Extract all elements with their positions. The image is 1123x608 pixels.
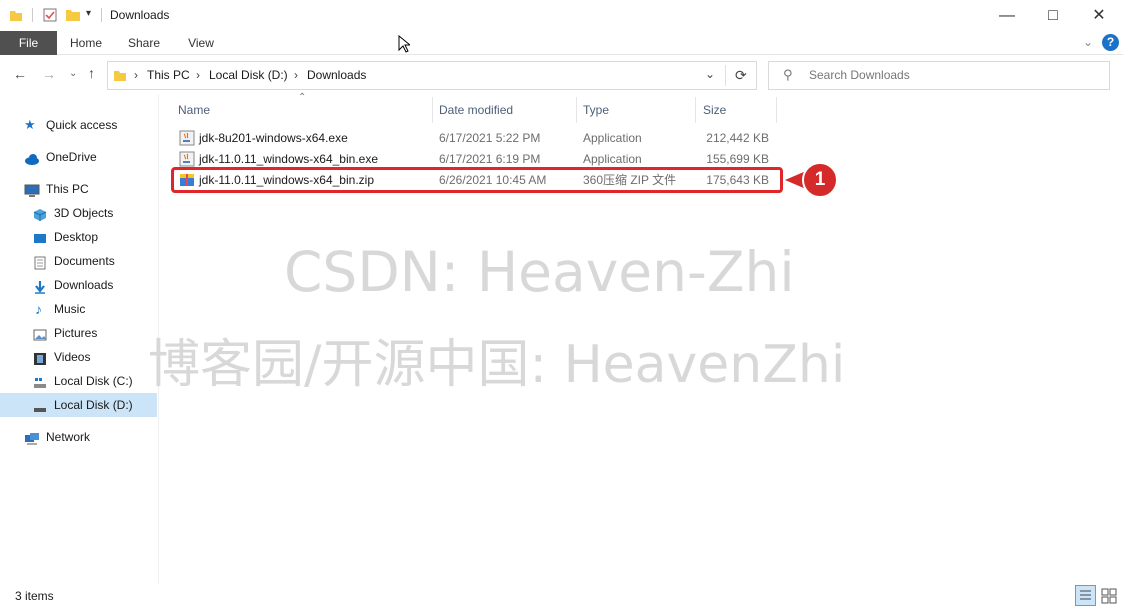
column-header-type[interactable]: Type bbox=[583, 95, 683, 125]
search-icon: ⚲ bbox=[783, 67, 793, 82]
document-icon bbox=[33, 254, 47, 270]
tab-share[interactable]: Share bbox=[120, 31, 168, 55]
details-view-icon[interactable] bbox=[1075, 585, 1096, 606]
sidebar-item-videos[interactable]: Videos bbox=[33, 345, 153, 369]
sidebar-item-music[interactable]: ♪ Music bbox=[33, 297, 153, 321]
sidebar-item-documents[interactable]: Documents bbox=[33, 249, 153, 273]
download-arrow-icon bbox=[33, 278, 47, 294]
watermark-line-1: CSDN: Heaven-Zhi bbox=[284, 240, 795, 304]
minimize-button[interactable]: — bbox=[984, 0, 1030, 31]
address-dropdown-chevron-icon[interactable]: ⌄ bbox=[705, 67, 715, 81]
star-icon: ★ bbox=[24, 117, 36, 132]
sidebar-item-network[interactable]: Network bbox=[24, 425, 154, 449]
sidebar-item-quick-access[interactable]: ★ Quick access bbox=[24, 113, 154, 137]
tab-home[interactable]: Home bbox=[62, 31, 110, 55]
item-count: 3 items bbox=[15, 589, 54, 603]
computer-icon bbox=[24, 182, 40, 197]
column-header-name[interactable]: Name bbox=[178, 95, 428, 125]
search-box[interactable]: ⚲ Search Downloads bbox=[768, 61, 1110, 90]
desktop-icon bbox=[33, 230, 47, 244]
window-title: Downloads bbox=[110, 8, 170, 22]
close-button[interactable]: ✕ bbox=[1076, 0, 1122, 31]
properties-icon[interactable] bbox=[42, 7, 58, 23]
sidebar-item-pictures[interactable]: Pictures bbox=[33, 321, 153, 345]
address-bar[interactable]: › This PC › Local Disk (D:) › Downloads … bbox=[107, 61, 757, 90]
help-icon[interactable]: ? bbox=[1102, 34, 1119, 51]
file-date: 6/17/2021 5:22 PM bbox=[439, 131, 541, 145]
sidebar-item-desktop[interactable]: Desktop bbox=[33, 225, 153, 249]
sidebar-item-local-disk-c[interactable]: Local Disk (C:) bbox=[33, 369, 153, 393]
recent-locations-chevron-icon[interactable]: ⌄ bbox=[69, 68, 77, 79]
forward-arrow-icon[interactable]: → bbox=[42, 66, 56, 82]
file-name: jdk-8u201-windows-x64.exe bbox=[199, 131, 348, 145]
java-installer-icon bbox=[179, 151, 195, 167]
folder-icon bbox=[9, 8, 23, 22]
picture-icon bbox=[33, 326, 47, 341]
cloud-icon bbox=[24, 150, 39, 165]
network-icon bbox=[24, 430, 39, 445]
windows-drive-icon bbox=[33, 374, 47, 388]
sidebar-item-3d-objects[interactable]: 3D Objects bbox=[33, 201, 153, 225]
ribbon-tabs: File Home Share View ⌄ ? bbox=[0, 31, 1123, 55]
breadcrumb-separator-icon[interactable]: › bbox=[294, 68, 298, 82]
java-installer-icon bbox=[179, 130, 195, 146]
file-row[interactable]: jdk-8u201-windows-x64.exe 6/17/2021 5:22… bbox=[172, 128, 780, 149]
customize-toolbar-dropdown-icon[interactable]: ▾ bbox=[86, 8, 91, 19]
film-icon bbox=[33, 350, 47, 365]
sidebar-item-this-pc[interactable]: This PC bbox=[24, 177, 154, 201]
drive-icon bbox=[33, 398, 47, 412]
watermark-line-2: 博客园/开源中国: HeavenZhi bbox=[148, 335, 846, 395]
new-folder-icon[interactable] bbox=[65, 7, 81, 23]
file-type: Application bbox=[583, 131, 642, 145]
search-input[interactable]: Search Downloads bbox=[809, 68, 910, 82]
large-icons-view-icon[interactable] bbox=[1099, 586, 1118, 605]
navigation-pane: ★ Quick access OneDrive This PC 3D Objec… bbox=[0, 95, 159, 584]
breadcrumb-separator-icon[interactable]: › bbox=[134, 68, 138, 82]
folder-icon bbox=[113, 68, 127, 82]
refresh-icon[interactable]: ⟳ bbox=[735, 67, 747, 84]
breadcrumb-downloads[interactable]: Downloads bbox=[307, 68, 366, 82]
sidebar-item-local-disk-d[interactable]: Local Disk (D:) bbox=[0, 393, 157, 417]
maximize-button[interactable]: □ bbox=[1030, 0, 1076, 31]
highlight-box bbox=[171, 167, 783, 193]
title-bar: ▾ Downloads — □ ✕ bbox=[0, 0, 1123, 31]
music-note-icon: ♪ bbox=[35, 301, 42, 317]
column-header-date-modified[interactable]: Date modified bbox=[439, 95, 569, 125]
mouse-cursor-icon bbox=[398, 34, 412, 53]
navigation-bar: ← → ⌄ ↑ › This PC › Local Disk (D:) › Do… bbox=[0, 55, 1123, 95]
callout-number: 1 bbox=[814, 169, 826, 190]
expand-ribbon-icon[interactable]: ⌄ bbox=[1083, 35, 1093, 49]
tab-view[interactable]: View bbox=[178, 31, 224, 55]
breadcrumb-separator-icon[interactable]: › bbox=[196, 68, 200, 82]
file-size: 212,442 KB bbox=[706, 131, 769, 145]
cube-icon bbox=[33, 206, 47, 221]
sidebar-item-downloads[interactable]: Downloads bbox=[33, 273, 153, 297]
breadcrumb-local-disk-d[interactable]: Local Disk (D:) bbox=[209, 68, 288, 82]
back-arrow-icon[interactable]: ← bbox=[13, 66, 27, 82]
breadcrumb-this-pc[interactable]: This PC bbox=[147, 68, 190, 82]
up-arrow-icon[interactable]: ↑ bbox=[88, 65, 95, 81]
tab-file[interactable]: File bbox=[0, 31, 57, 55]
column-header-size[interactable]: Size bbox=[703, 95, 773, 125]
status-bar: 3 items bbox=[0, 584, 1123, 608]
sidebar-item-onedrive[interactable]: OneDrive bbox=[24, 145, 154, 169]
callout-badge: 1 bbox=[782, 161, 840, 199]
